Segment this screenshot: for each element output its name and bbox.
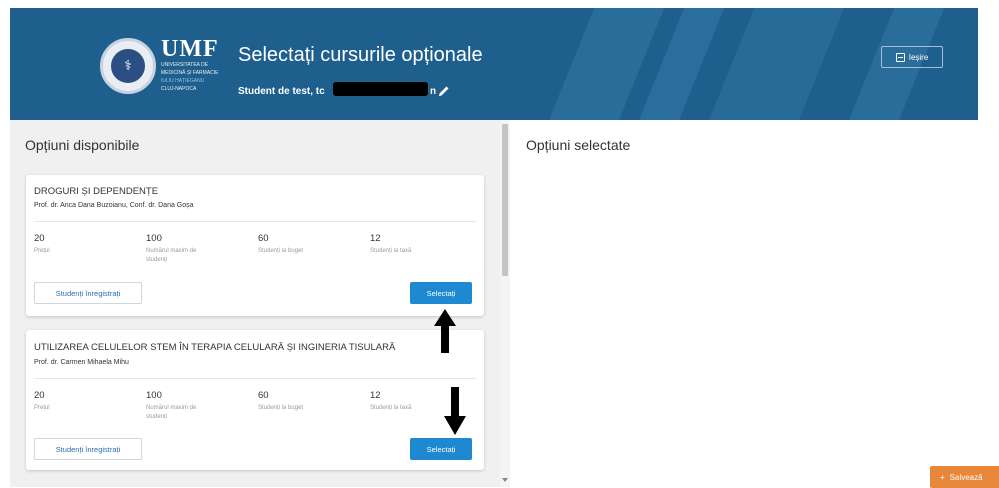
stat-price: 20 Prețul	[34, 390, 94, 413]
stat-value: 20	[34, 233, 45, 244]
course-professors: Prof. dr. Anca Dana Buzoianu, Conf. dr. …	[34, 202, 194, 209]
registered-students-button[interactable]: Studenți înregistrați	[34, 282, 142, 304]
logo-abbreviation: UMF	[161, 36, 219, 62]
select-course-button[interactable]: Selectați	[410, 282, 472, 304]
stat-value: 100	[146, 233, 162, 244]
stat-label: Numărul maxim de studenți	[146, 405, 197, 420]
university-logo: UMF UNIVERSITATEA DE MEDICINĂ ȘI FARMACI…	[161, 36, 219, 92]
exit-label: Ieșire	[908, 52, 929, 62]
edit-pencil-icon[interactable]	[438, 85, 450, 97]
stat-budget-students: 60 Studenți la buget	[258, 233, 318, 256]
redaction-mark	[333, 82, 428, 96]
stat-value: 60	[258, 233, 269, 244]
available-options-title: Opțiuni disponibile	[25, 137, 140, 153]
logo-line: UNIVERSITATEA DE	[161, 62, 209, 68]
save-label: Salvează	[949, 472, 983, 482]
stat-value: 12	[370, 233, 381, 244]
course-title: UTILIZAREA CELULELOR STEM ÎN TERAPIA CEL…	[34, 342, 396, 353]
stat-value: 12	[370, 390, 381, 401]
stat-label: Prețul	[34, 405, 50, 411]
page-title: Selectați cursurile opționale	[238, 44, 483, 66]
annotation-arrow-down-icon	[444, 387, 466, 435]
stat-label: Numărul maxim de studenți	[146, 248, 197, 263]
exit-button[interactable]: Ieșire	[881, 46, 943, 68]
student-name-suffix: n	[430, 86, 437, 97]
course-professors: Prof. dr. Carmen Mihaela Mihu	[34, 359, 129, 366]
stat-max-students: 100 Numărul maxim de studenți	[146, 390, 206, 422]
logo-line: CLUJ-NAPOCA	[161, 86, 197, 92]
stat-value: 100	[146, 390, 162, 401]
scroll-down-arrow-icon[interactable]	[502, 478, 508, 482]
exit-icon	[895, 52, 905, 62]
stat-fee-students: 12 Studenți la taxă	[370, 390, 430, 413]
course-card: UTILIZAREA CELULELOR STEM ÎN TERAPIA CEL…	[26, 330, 484, 470]
stat-max-students: 100 Numărul maxim de studenți	[146, 233, 206, 265]
divider	[34, 221, 476, 222]
divider	[34, 378, 476, 379]
selected-options-panel	[512, 120, 999, 487]
select-course-button[interactable]: Selectați	[410, 438, 472, 460]
university-seal-icon: ⚕	[100, 38, 156, 94]
registered-students-button[interactable]: Studenți înregistrați	[34, 438, 142, 460]
scrollbar-thumb[interactable]	[502, 124, 508, 276]
stat-budget-students: 60 Studenți la buget	[258, 390, 318, 413]
annotation-arrow-up-icon	[434, 309, 456, 353]
stat-price: 20 Prețul	[34, 233, 94, 256]
logo-line: IULIU HAȚIEGANU	[161, 78, 205, 84]
stat-value: 60	[258, 390, 269, 401]
app-header: ⚕ UMF UNIVERSITATEA DE MEDICINĂ ȘI FARMA…	[10, 8, 978, 120]
stat-label: Studenți la buget	[258, 248, 304, 254]
selected-options-title: Opțiuni selectate	[526, 137, 631, 153]
plus-icon: +	[940, 472, 945, 482]
stat-value: 20	[34, 390, 45, 401]
course-card: DROGURI ȘI DEPENDENȚE Prof. dr. Anca Dan…	[26, 175, 484, 316]
stat-label: Prețul	[34, 248, 50, 254]
logo-line: MEDICINĂ ȘI FARMACIE	[161, 70, 219, 76]
header-decoration	[697, 8, 853, 120]
course-title: DROGURI ȘI DEPENDENȚE	[34, 186, 159, 197]
stat-label: Studenți la taxă	[370, 248, 412, 254]
stat-label: Studenți la buget	[258, 405, 304, 411]
student-name: Student de test, tc	[238, 86, 325, 97]
save-button[interactable]: + Salvează	[930, 466, 999, 488]
stat-fee-students: 12 Studenți la taxă	[370, 233, 430, 256]
stat-label: Studenți la taxă	[370, 405, 412, 411]
